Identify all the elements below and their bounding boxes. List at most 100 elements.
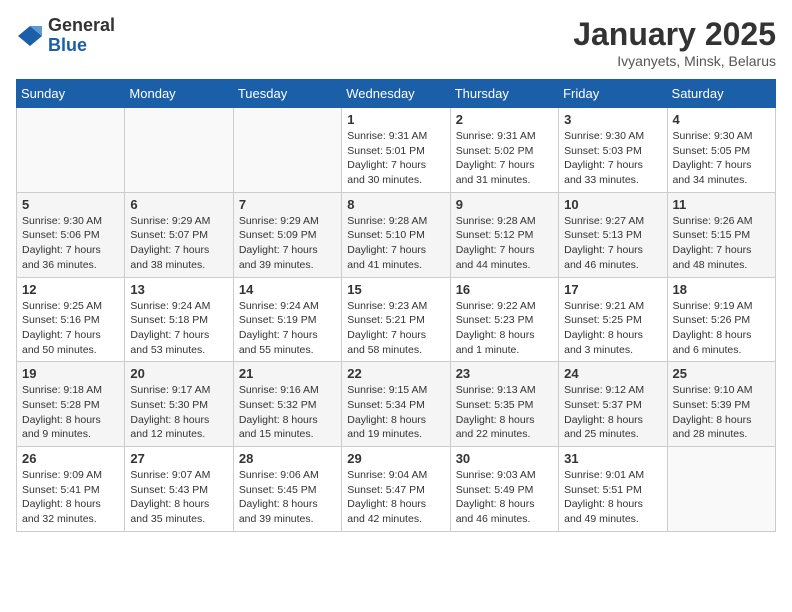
day-info: Sunrise: 9:26 AM Sunset: 5:15 PM Dayligh… bbox=[673, 214, 770, 273]
day-info: Sunrise: 9:18 AM Sunset: 5:28 PM Dayligh… bbox=[22, 383, 119, 442]
week-row-4: 19 Sunrise: 9:18 AM Sunset: 5:28 PM Dayli… bbox=[17, 362, 776, 447]
day-info: Sunrise: 9:29 AM Sunset: 5:07 PM Dayligh… bbox=[130, 214, 227, 273]
day-number: 7 bbox=[239, 197, 336, 212]
day-number: 24 bbox=[564, 366, 661, 381]
day-cell: 18Sunrise: 9:19 AM Sunset: 5:26 PM Dayli… bbox=[667, 277, 775, 362]
day-info: Sunrise: 9:17 AM Sunset: 5:30 PM Dayligh… bbox=[130, 383, 227, 442]
day-number: 23 bbox=[456, 366, 553, 381]
day-info: Sunrise: 9:03 AM Sunset: 5:49 PM Dayligh… bbox=[456, 468, 553, 527]
day-cell bbox=[125, 108, 233, 193]
weekday-header-saturday: Saturday bbox=[667, 80, 775, 108]
day-number: 3 bbox=[564, 112, 661, 127]
day-cell: 19 Sunrise: 9:18 AM Sunset: 5:28 PM Dayli… bbox=[17, 362, 125, 447]
day-info: Sunrise: 9:30 AM Sunset: 5:05 PM Dayligh… bbox=[673, 129, 770, 188]
day-number: 2 bbox=[456, 112, 553, 127]
day-info: Sunrise: 9:27 AM Sunset: 5:13 PM Dayligh… bbox=[564, 214, 661, 273]
day-cell: 29 Sunrise: 9:04 AM Sunset: 5:47 PM Dayli… bbox=[342, 447, 450, 532]
day-info: Sunrise: 9:15 AM Sunset: 5:34 PM Dayligh… bbox=[347, 383, 444, 442]
day-number: 28 bbox=[239, 451, 336, 466]
week-row-5: 26Sunrise: 9:09 AM Sunset: 5:41 PM Dayli… bbox=[17, 447, 776, 532]
calendar-table: SundayMondayTuesdayWednesdayThursdayFrid… bbox=[16, 79, 776, 532]
day-cell: 14 Sunrise: 9:24 AM Sunset: 5:19 PM Dayli… bbox=[233, 277, 341, 362]
day-cell: 2 Sunrise: 9:31 AM Sunset: 5:02 PM Daylig… bbox=[450, 108, 558, 193]
logo-icon bbox=[16, 22, 44, 50]
day-number: 10 bbox=[564, 197, 661, 212]
day-number: 22 bbox=[347, 366, 444, 381]
logo: General Blue bbox=[16, 16, 115, 56]
day-cell: 15 Sunrise: 9:23 AM Sunset: 5:21 PM Dayli… bbox=[342, 277, 450, 362]
day-number: 6 bbox=[130, 197, 227, 212]
day-number: 20 bbox=[130, 366, 227, 381]
day-info: Sunrise: 9:01 AM Sunset: 5:51 PM Dayligh… bbox=[564, 468, 661, 527]
day-cell: 3 Sunrise: 9:30 AM Sunset: 5:03 PM Daylig… bbox=[559, 108, 667, 193]
day-cell: 25 Sunrise: 9:10 AM Sunset: 5:39 PM Dayli… bbox=[667, 362, 775, 447]
day-info: Sunrise: 9:28 AM Sunset: 5:12 PM Dayligh… bbox=[456, 214, 553, 273]
day-info: Sunrise: 9:13 AM Sunset: 5:35 PM Dayligh… bbox=[456, 383, 553, 442]
day-cell: 13 Sunrise: 9:24 AM Sunset: 5:18 PM Dayli… bbox=[125, 277, 233, 362]
day-info: Sunrise: 9:30 AM Sunset: 5:03 PM Dayligh… bbox=[564, 129, 661, 188]
day-cell: 4 Sunrise: 9:30 AM Sunset: 5:05 PM Daylig… bbox=[667, 108, 775, 193]
weekday-header-row: SundayMondayTuesdayWednesdayThursdayFrid… bbox=[17, 80, 776, 108]
day-number: 29 bbox=[347, 451, 444, 466]
day-cell bbox=[233, 108, 341, 193]
week-row-1: 1Sunrise: 9:31 AM Sunset: 5:01 PM Daylig… bbox=[17, 108, 776, 193]
day-cell: 22 Sunrise: 9:15 AM Sunset: 5:34 PM Dayli… bbox=[342, 362, 450, 447]
day-info: Sunrise: 9:24 AM Sunset: 5:18 PM Dayligh… bbox=[130, 299, 227, 358]
day-info: Sunrise: 9:21 AM Sunset: 5:25 PM Dayligh… bbox=[564, 299, 661, 358]
day-cell: 12 Sunrise: 9:25 AM Sunset: 5:16 PM Dayli… bbox=[17, 277, 125, 362]
day-info: Sunrise: 9:09 AM Sunset: 5:41 PM Dayligh… bbox=[22, 468, 119, 527]
weekday-header-tuesday: Tuesday bbox=[233, 80, 341, 108]
day-number: 16 bbox=[456, 282, 553, 297]
day-cell: 1Sunrise: 9:31 AM Sunset: 5:01 PM Daylig… bbox=[342, 108, 450, 193]
day-cell: 24 Sunrise: 9:12 AM Sunset: 5:37 PM Dayli… bbox=[559, 362, 667, 447]
week-row-3: 12 Sunrise: 9:25 AM Sunset: 5:16 PM Dayli… bbox=[17, 277, 776, 362]
day-number: 17 bbox=[564, 282, 661, 297]
location: Ivyanyets, Minsk, Belarus bbox=[573, 53, 776, 69]
day-info: Sunrise: 9:16 AM Sunset: 5:32 PM Dayligh… bbox=[239, 383, 336, 442]
day-number: 4 bbox=[673, 112, 770, 127]
day-info: Sunrise: 9:06 AM Sunset: 5:45 PM Dayligh… bbox=[239, 468, 336, 527]
day-cell: 10 Sunrise: 9:27 AM Sunset: 5:13 PM Dayli… bbox=[559, 192, 667, 277]
day-cell bbox=[667, 447, 775, 532]
day-info: Sunrise: 9:31 AM Sunset: 5:02 PM Dayligh… bbox=[456, 129, 553, 188]
day-number: 13 bbox=[130, 282, 227, 297]
day-number: 12 bbox=[22, 282, 119, 297]
logo-blue-text: Blue bbox=[48, 36, 115, 56]
day-info: Sunrise: 9:28 AM Sunset: 5:10 PM Dayligh… bbox=[347, 214, 444, 273]
day-cell: 31Sunrise: 9:01 AM Sunset: 5:51 PM Dayli… bbox=[559, 447, 667, 532]
day-number: 19 bbox=[22, 366, 119, 381]
day-cell: 5 Sunrise: 9:30 AM Sunset: 5:06 PM Daylig… bbox=[17, 192, 125, 277]
day-info: Sunrise: 9:30 AM Sunset: 5:06 PM Dayligh… bbox=[22, 214, 119, 273]
day-number: 8 bbox=[347, 197, 444, 212]
day-number: 25 bbox=[673, 366, 770, 381]
day-number: 1 bbox=[347, 112, 444, 127]
day-info: Sunrise: 9:23 AM Sunset: 5:21 PM Dayligh… bbox=[347, 299, 444, 358]
weekday-header-wednesday: Wednesday bbox=[342, 80, 450, 108]
day-cell: 27Sunrise: 9:07 AM Sunset: 5:43 PM Dayli… bbox=[125, 447, 233, 532]
month-title: January 2025 bbox=[573, 16, 776, 53]
weekday-header-friday: Friday bbox=[559, 80, 667, 108]
day-info: Sunrise: 9:10 AM Sunset: 5:39 PM Dayligh… bbox=[673, 383, 770, 442]
day-number: 9 bbox=[456, 197, 553, 212]
day-number: 27 bbox=[130, 451, 227, 466]
day-info: Sunrise: 9:04 AM Sunset: 5:47 PM Dayligh… bbox=[347, 468, 444, 527]
page-header: General Blue January 2025 Ivyanyets, Min… bbox=[16, 16, 776, 69]
week-row-2: 5 Sunrise: 9:30 AM Sunset: 5:06 PM Daylig… bbox=[17, 192, 776, 277]
day-number: 21 bbox=[239, 366, 336, 381]
day-number: 14 bbox=[239, 282, 336, 297]
weekday-header-thursday: Thursday bbox=[450, 80, 558, 108]
day-cell bbox=[17, 108, 125, 193]
day-number: 15 bbox=[347, 282, 444, 297]
day-cell: 7Sunrise: 9:29 AM Sunset: 5:09 PM Daylig… bbox=[233, 192, 341, 277]
day-info: Sunrise: 9:24 AM Sunset: 5:19 PM Dayligh… bbox=[239, 299, 336, 358]
day-cell: 21 Sunrise: 9:16 AM Sunset: 5:32 PM Dayli… bbox=[233, 362, 341, 447]
day-info: Sunrise: 9:25 AM Sunset: 5:16 PM Dayligh… bbox=[22, 299, 119, 358]
day-number: 5 bbox=[22, 197, 119, 212]
day-info: Sunrise: 9:12 AM Sunset: 5:37 PM Dayligh… bbox=[564, 383, 661, 442]
day-number: 30 bbox=[456, 451, 553, 466]
day-number: 11 bbox=[673, 197, 770, 212]
title-block: January 2025 Ivyanyets, Minsk, Belarus bbox=[573, 16, 776, 69]
day-cell: 23 Sunrise: 9:13 AM Sunset: 5:35 PM Dayli… bbox=[450, 362, 558, 447]
day-info: Sunrise: 9:19 AM Sunset: 5:26 PM Dayligh… bbox=[673, 299, 770, 358]
day-cell: 6 Sunrise: 9:29 AM Sunset: 5:07 PM Daylig… bbox=[125, 192, 233, 277]
